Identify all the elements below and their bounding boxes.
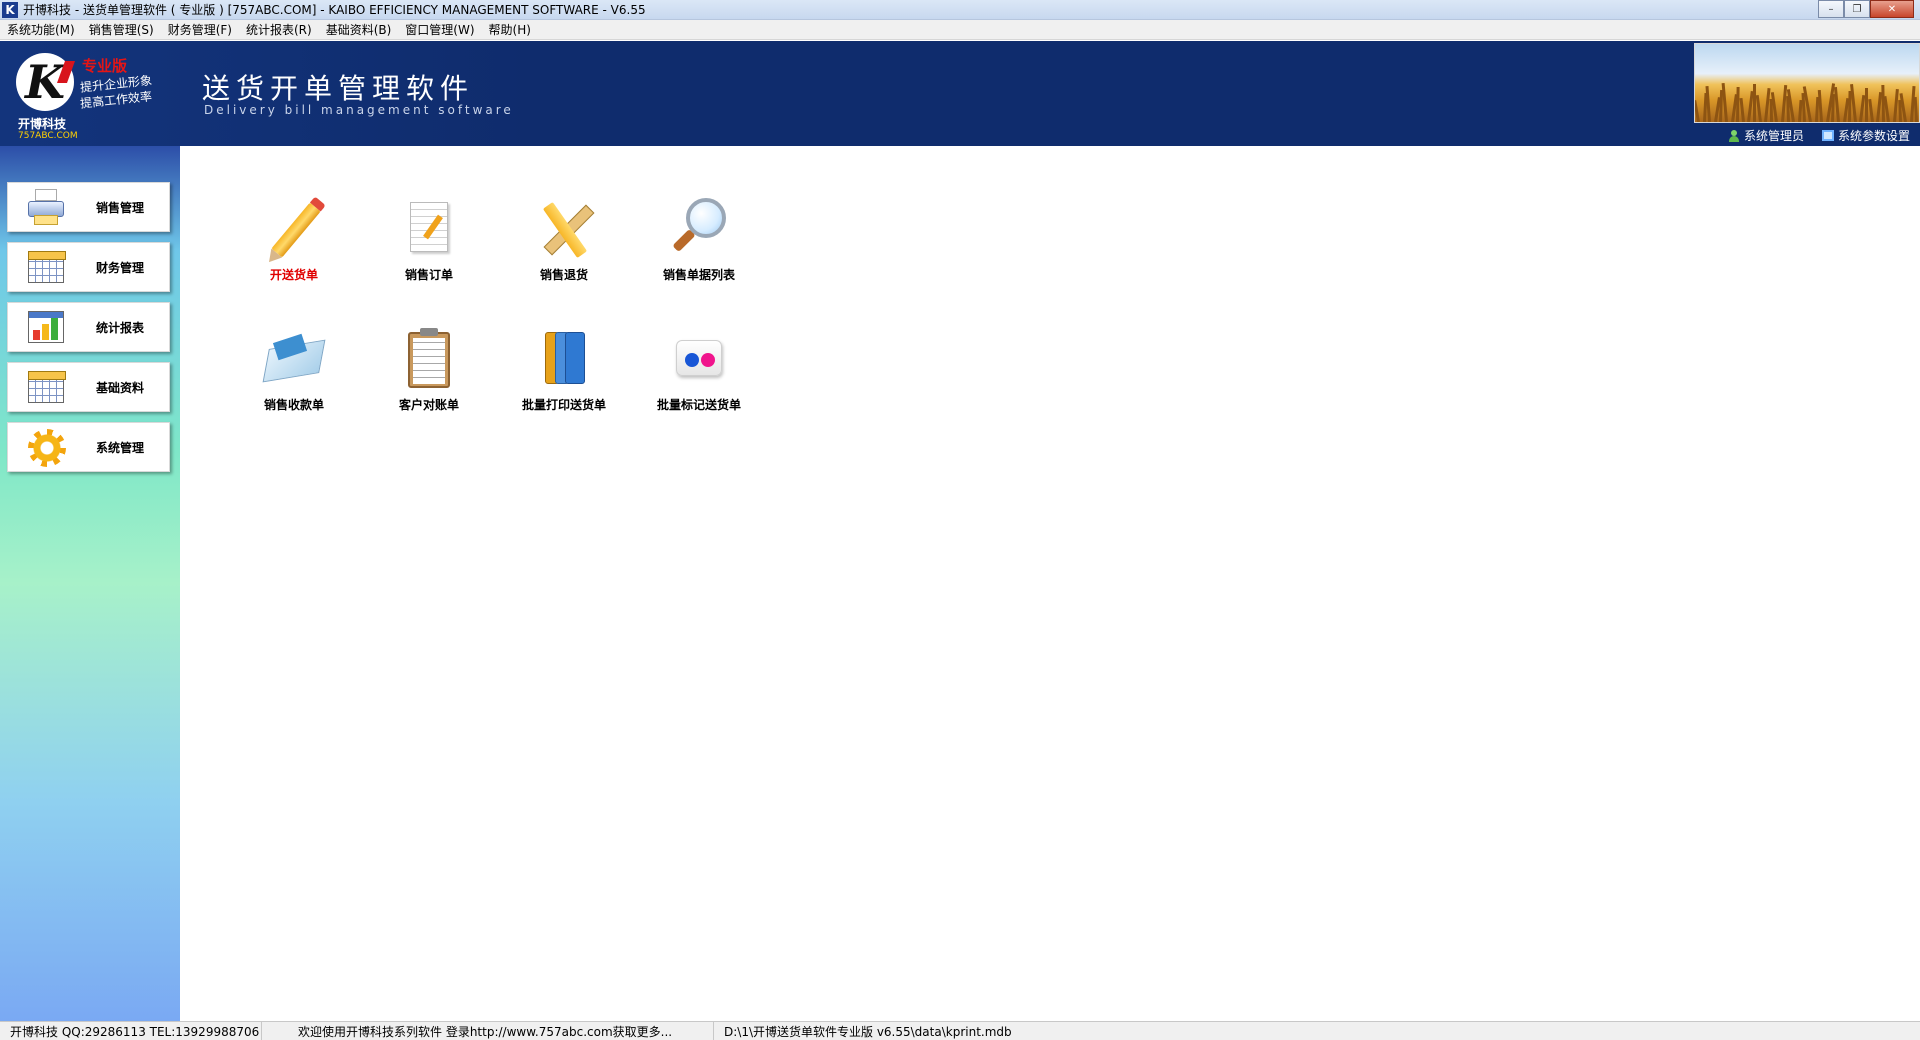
grid-calendar-icon: [26, 249, 66, 285]
product-subtitle: Delivery bill management software: [204, 103, 514, 117]
sidebar-item-label: 销售管理: [96, 200, 145, 215]
banner-links: 系统管理员 系统参数设置: [1728, 127, 1910, 144]
menu-help[interactable]: 帮助(H): [482, 21, 538, 38]
wheat-stalk: [1865, 88, 1868, 122]
wheat-stalk: [1695, 100, 1700, 122]
brand-url: 757ABC.COM: [18, 131, 78, 141]
menu-system[interactable]: 系统功能(M): [0, 21, 82, 38]
document-pen-icon: [396, 196, 462, 262]
main-workspace: 开送货单 销售订单 销售退货 销售单据列表 销售收款单 客户对账单 批量打印送货…: [180, 146, 1920, 1021]
header-banner: K 开博科技 757ABC.COM 专业版 提升企业形象 提高工作效率 送货开单…: [0, 41, 1920, 146]
wheat-field-image: [1694, 43, 1920, 123]
sidebar-item-label: 基础资料: [96, 380, 145, 395]
menu-sales[interactable]: 销售管理(S): [82, 21, 161, 38]
tile-label: 客户对账单: [398, 398, 459, 412]
tile-label: 批量打印送货单: [521, 398, 606, 412]
edition-badge: 专业版: [82, 57, 128, 75]
system-settings-label: 系统参数设置: [1837, 129, 1910, 143]
tile-label: 销售收款单: [263, 398, 324, 412]
sidebar-item-reports[interactable]: 统计报表: [7, 302, 170, 352]
bar-chart-icon: [26, 309, 66, 345]
wheat-stalk: [1705, 85, 1712, 122]
status-company: 开博科技 QQ:29286113 TEL:13929988706: [0, 1021, 262, 1040]
wheat-stalk: [1739, 97, 1745, 122]
restore-button[interactable]: ❐: [1844, 0, 1870, 18]
tile-batch-print[interactable]: 批量打印送货单: [504, 326, 624, 426]
sidebar-item-label: 财务管理: [96, 260, 145, 275]
ruler-pencil-icon: [531, 196, 597, 262]
tile-sales-document-list[interactable]: 销售单据列表: [639, 196, 759, 296]
menu-basic-data[interactable]: 基础资料(B): [319, 21, 399, 38]
tile-label: 开送货单: [269, 268, 318, 282]
clipboard-icon: [396, 326, 462, 392]
dots-icon: [666, 326, 732, 392]
wheat-stalk: [1721, 83, 1728, 122]
tile-sales-receipt[interactable]: 销售收款单: [234, 326, 354, 426]
company-logo-icon: K: [16, 53, 76, 111]
wheat-stalk: [1753, 84, 1756, 122]
window-controls: – ❐ ✕: [1818, 0, 1914, 18]
wheat-stalk: [1833, 87, 1840, 122]
brand-area: K 开博科技 757ABC.COM 专业版 提升企业形象 提高工作效率 送货开单…: [0, 41, 530, 146]
status-db-path: D:\1\开博送货单软件专业版 v6.55\data\kprint.mdb: [724, 1024, 1012, 1039]
app-logo-icon: K: [2, 1, 18, 18]
menu-bar: 系统功能(M) 销售管理(S) 财务管理(F) 统计报表(R) 基础资料(B) …: [0, 20, 1920, 40]
product-title: 送货开单管理软件: [202, 72, 475, 105]
monitor-icon: [1821, 130, 1834, 141]
window-title-bar[interactable]: K 开博科技 - 送货单管理软件 ( 专业版 ) [757ABC.COM] - …: [0, 0, 1920, 20]
menu-reports[interactable]: 统计报表(R): [239, 21, 319, 38]
tile-label: 销售退货: [539, 268, 588, 282]
admin-user-link[interactable]: 系统管理员: [1728, 127, 1804, 144]
magnifier-icon: [666, 196, 732, 262]
gear-icon: [26, 429, 66, 467]
status-bar: 开博科技 QQ:29286113 TEL:13929988706 欢迎使用开博科…: [0, 1021, 1920, 1040]
sidebar-item-label: 系统管理: [96, 440, 145, 455]
admin-user-label: 系统管理员: [1743, 129, 1804, 143]
brand-name: 开博科技: [18, 117, 67, 131]
printer-icon: [26, 189, 66, 225]
tile-sales-return[interactable]: 销售退货: [504, 196, 624, 296]
tile-sales-order[interactable]: 销售订单: [369, 196, 489, 296]
tile-batch-mark[interactable]: 批量标记送货单: [639, 326, 759, 426]
tile-label: 销售单据列表: [662, 268, 735, 282]
grid-calendar-icon: [26, 369, 66, 405]
wheat-stalk: [1817, 89, 1824, 122]
sidebar-item-finance[interactable]: 财务管理: [7, 242, 170, 292]
window-title: 开博科技 - 送货单管理软件 ( 专业版 ) [757ABC.COM] - KA…: [23, 3, 646, 17]
wheat-stalk: [1914, 96, 1919, 122]
tile-create-delivery-note[interactable]: 开送货单: [234, 196, 354, 296]
tile-label: 批量标记送货单: [656, 398, 741, 412]
sidebar-item-basic-data[interactable]: 基础资料: [7, 362, 170, 412]
close-button[interactable]: ✕: [1870, 0, 1914, 18]
menu-finance[interactable]: 财务管理(F): [161, 21, 239, 38]
wheat-stalk: [1867, 98, 1874, 122]
minimize-button[interactable]: –: [1818, 0, 1844, 18]
tile-customer-statement[interactable]: 客户对账单: [369, 326, 489, 426]
status-welcome: 欢迎使用开博科技系列软件 登录http://www.757abc.com获取更多…: [262, 1021, 714, 1040]
sidebar-item-label: 统计报表: [96, 320, 145, 335]
tile-label: 销售订单: [404, 268, 453, 282]
menu-window[interactable]: 窗口管理(W): [398, 21, 481, 38]
user-icon: [1728, 129, 1740, 142]
system-settings-link[interactable]: 系统参数设置: [1821, 127, 1910, 144]
card-money-icon: [261, 326, 327, 392]
pencil-icon: [261, 196, 327, 262]
binders-icon: [531, 326, 597, 392]
wheat-stalk: [1755, 95, 1762, 122]
sidebar-item-sales[interactable]: 销售管理: [7, 182, 170, 232]
sidebar-item-system[interactable]: 系统管理: [7, 422, 170, 472]
